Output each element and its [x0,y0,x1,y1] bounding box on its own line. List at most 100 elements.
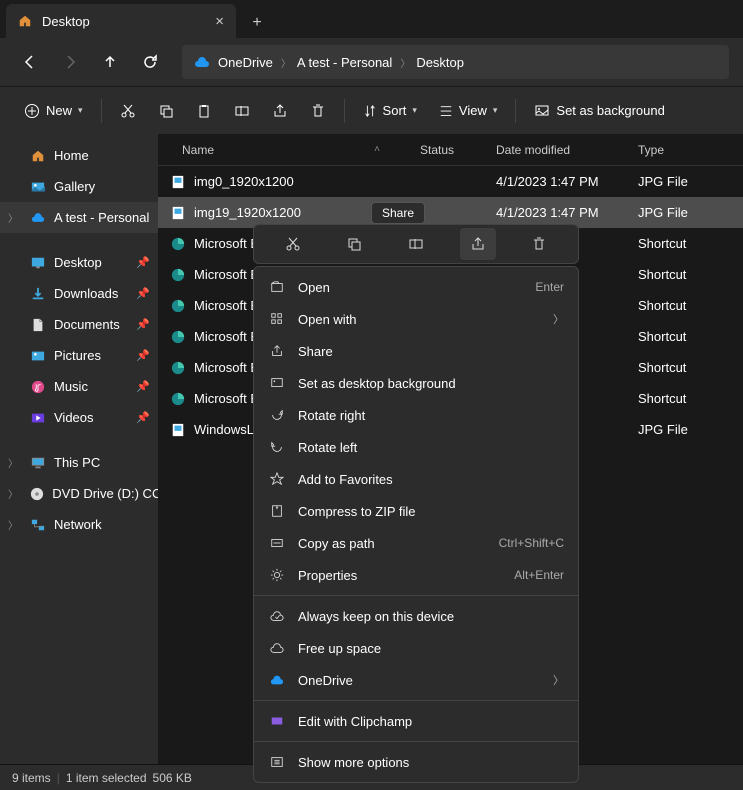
rename-button[interactable] [224,94,260,128]
pin-icon: 📌 [136,287,150,300]
file-name: Microsoft E [194,236,259,251]
chevron-right-icon[interactable]: 〉 [8,455,18,470]
ctx-show-more[interactable]: Show more options [254,746,578,778]
ctx-share[interactable]: Share [254,335,578,367]
cloud-check-icon [268,610,286,622]
ctx-free-space[interactable]: Free up space [254,632,578,664]
sidebar-pictures[interactable]: Pictures📌 [0,340,158,371]
back-button[interactable] [14,46,46,78]
ctx-open[interactable]: OpenEnter [254,271,578,303]
sort-asc-icon: ˄ [374,144,380,155]
chevron-right-icon: 〉 [553,672,564,688]
context-minibar [253,224,579,264]
ctx-favorites[interactable]: Add to Favorites [254,463,578,495]
ctx-copy-icon[interactable] [336,228,372,260]
sidebar-music[interactable]: Music📌 [0,371,158,402]
ctx-rename-icon[interactable] [398,228,434,260]
sidebar-onedrive[interactable]: 〉A test - Personal [0,202,158,233]
window-tab[interactable]: Desktop × [6,4,236,38]
set-background-button[interactable]: Set as background [524,94,674,128]
ctx-zip[interactable]: Compress to ZIP file [254,495,578,527]
close-icon[interactable]: × [215,13,224,30]
ctx-rotate-right[interactable]: Rotate right [254,399,578,431]
status-items: 9 items [12,771,51,785]
pin-icon: 📌 [136,411,150,424]
col-date[interactable]: Date modified [496,143,638,157]
file-name: Microsoft E [194,267,259,282]
path-icon [268,536,286,550]
cloud-icon [30,210,46,226]
file-date: 4/1/2023 1:47 PM [496,205,638,220]
forward-button[interactable] [54,46,86,78]
sort-button[interactable]: Sort▾ [353,94,427,128]
tooltip: Share [371,202,425,224]
file-icon [170,298,186,314]
sidebar-thispc[interactable]: 〉This PC [0,447,158,478]
sidebar-home[interactable]: Home [0,140,158,171]
sidebar-network[interactable]: 〉Network [0,509,158,540]
share-button[interactable] [262,94,298,128]
status-size: 506 KB [153,771,192,785]
ctx-copy-path[interactable]: Copy as pathCtrl+Shift+C [254,527,578,559]
col-name[interactable]: Name˄ [158,143,420,157]
pc-icon [30,455,46,471]
sidebar-gallery[interactable]: Gallery [0,171,158,202]
col-status[interactable]: Status [420,143,496,157]
rotate-right-icon [268,408,286,422]
sidebar-dvd[interactable]: 〉DVD Drive (D:) CCC [0,478,158,509]
ctx-cut-icon[interactable] [275,228,311,260]
file-icon [170,360,186,376]
col-type[interactable]: Type [638,143,743,157]
new-button[interactable]: New▾ [14,94,93,128]
cut-button[interactable] [110,94,146,128]
setbg-label: Set as background [556,103,664,118]
sidebar-downloads[interactable]: Downloads📌 [0,278,158,309]
chevron-right-icon: 〉 [400,55,410,70]
delete-button[interactable] [300,94,336,128]
file-name: img0_1920x1200 [194,174,294,189]
file-type: Shortcut [638,267,743,282]
crumb-leaf[interactable]: Desktop [416,55,464,70]
ctx-set-background[interactable]: Set as desktop background [254,367,578,399]
breadcrumb[interactable]: OneDrive〉 A test - Personal〉 Desktop [182,45,729,79]
ctx-delete-icon[interactable] [521,228,557,260]
chevron-down-icon: ▾ [412,105,417,116]
music-icon [30,379,46,395]
chevron-right-icon[interactable]: 〉 [8,210,18,225]
file-type: Shortcut [638,236,743,251]
file-type: JPG File [638,205,743,220]
refresh-button[interactable] [134,46,166,78]
crumb-root[interactable]: OneDrive [218,55,273,70]
view-button[interactable]: View▾ [429,94,507,128]
sidebar-videos[interactable]: Videos📌 [0,402,158,433]
ctx-properties[interactable]: PropertiesAlt+Enter [254,559,578,591]
copy-button[interactable] [148,94,184,128]
sidebar: Home Gallery 〉A test - Personal Desktop📌… [0,134,158,764]
paste-button[interactable] [186,94,222,128]
file-name: img19_1920x1200 [194,205,301,220]
tab-title: Desktop [42,14,90,29]
new-label: New [46,103,72,118]
sidebar-documents[interactable]: Documents📌 [0,309,158,340]
ctx-onedrive[interactable]: OneDrive〉 [254,664,578,696]
desktop-icon [30,255,46,271]
chevron-right-icon[interactable]: 〉 [8,517,18,532]
new-tab-button[interactable]: + [242,8,272,38]
ctx-always-keep[interactable]: Always keep on this device [254,600,578,632]
ctx-rotate-left[interactable]: Rotate left [254,431,578,463]
file-icon [170,205,186,221]
grid-icon [268,312,286,326]
ctx-open-with[interactable]: Open with〉 [254,303,578,335]
chevron-right-icon[interactable]: 〉 [8,486,18,501]
rotate-left-icon [268,440,286,454]
file-name: WindowsLa [194,422,261,437]
crumb-mid[interactable]: A test - Personal [297,55,392,70]
file-row[interactable]: img0_1920x12004/1/2023 1:47 PMJPG File [158,166,743,197]
ctx-clipchamp[interactable]: Edit with Clipchamp [254,705,578,737]
file-type: Shortcut [638,360,743,375]
videos-icon [30,410,46,426]
star-icon [268,472,286,486]
up-button[interactable] [94,46,126,78]
ctx-share-icon[interactable] [460,228,496,260]
sidebar-desktop[interactable]: Desktop📌 [0,247,158,278]
